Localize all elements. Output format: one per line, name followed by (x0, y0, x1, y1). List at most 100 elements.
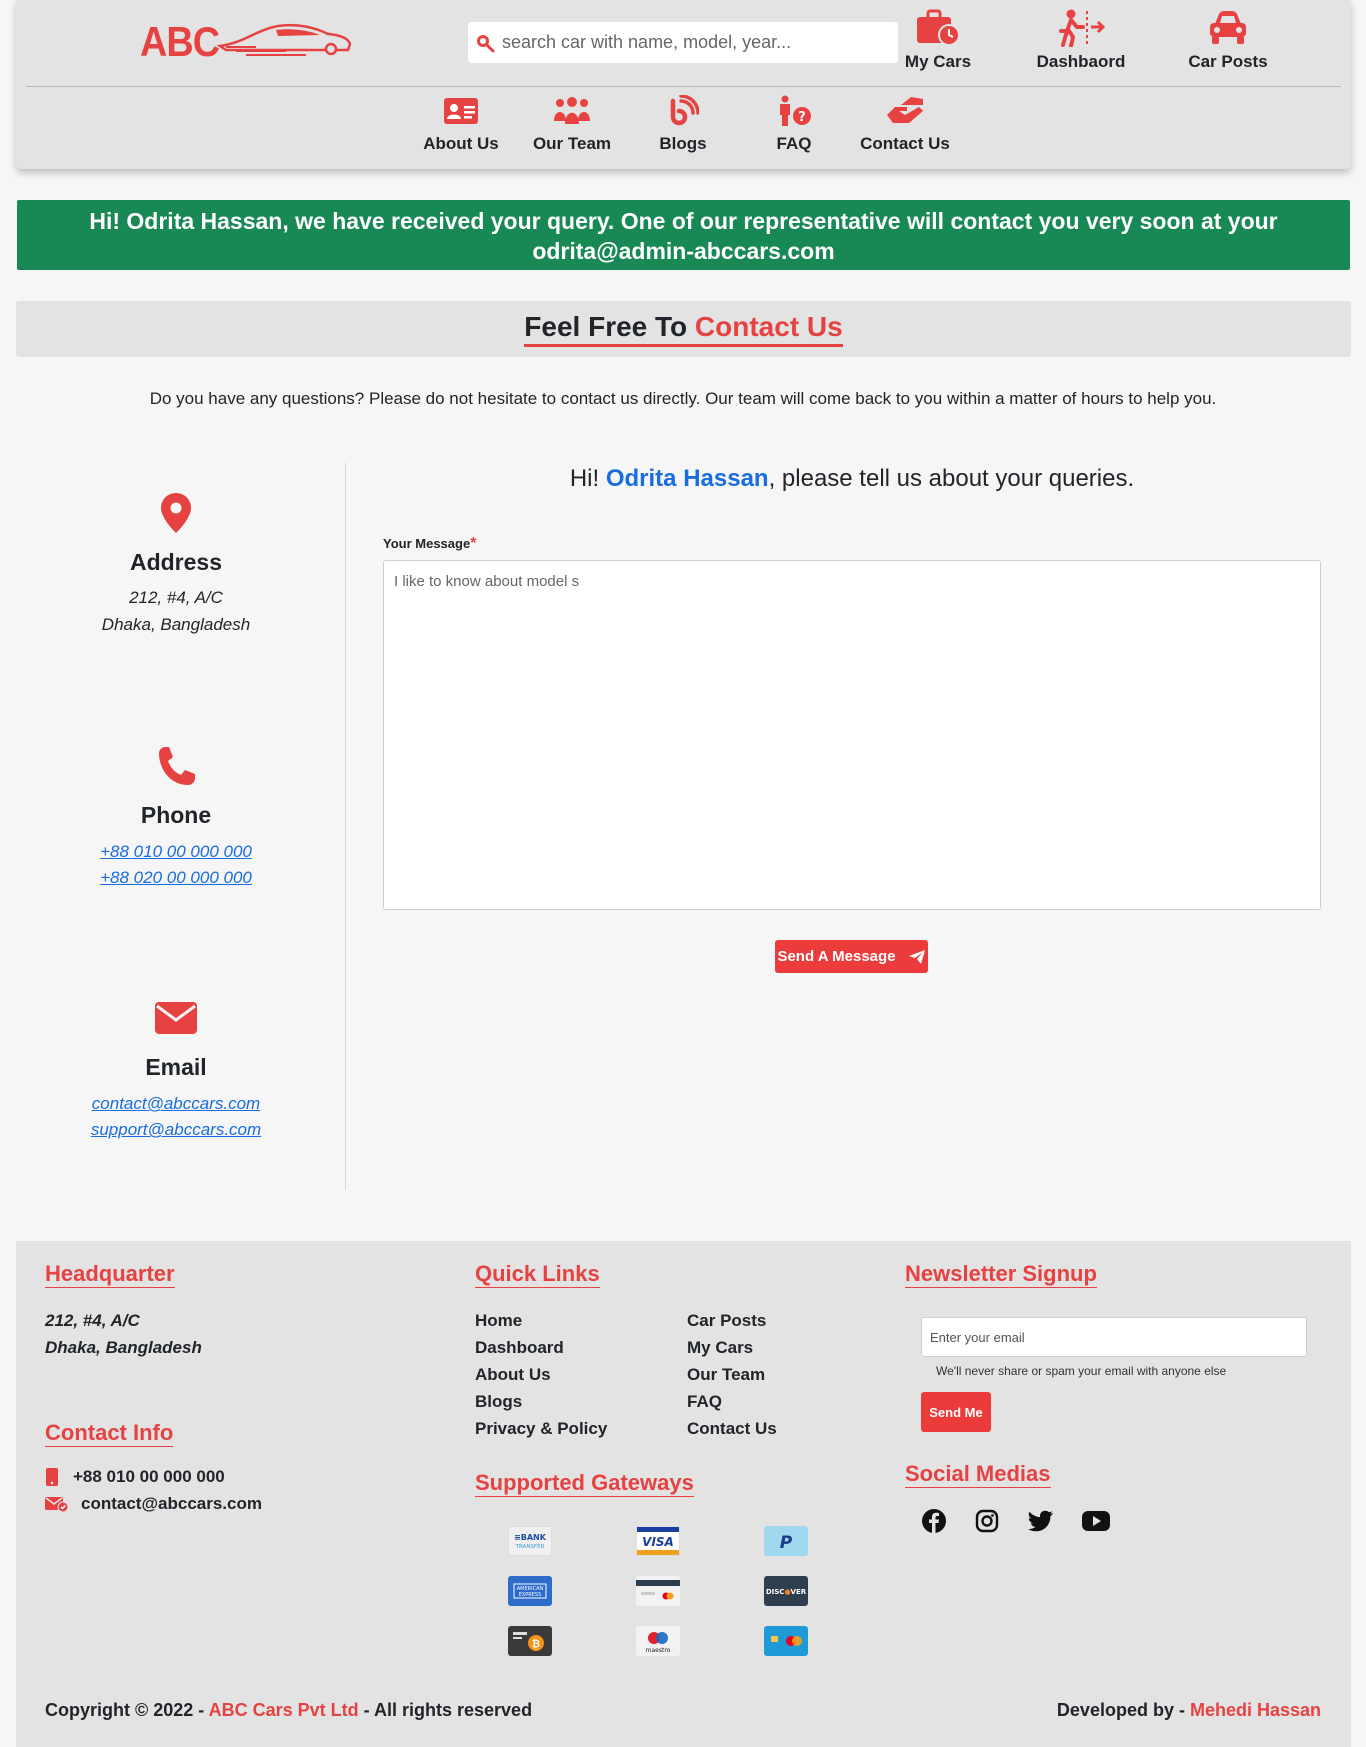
nav-contact-us-label: Contact Us (860, 134, 950, 153)
footer-contact-phone[interactable]: +88 010 00 000 000 (45, 1467, 225, 1487)
nav-about-us[interactable]: About Us (411, 94, 511, 160)
newsletter-submit-button[interactable]: Send Me (921, 1392, 991, 1432)
person-exit-icon (1026, 8, 1136, 48)
email-links: contact@abccars.com support@abccars.com (16, 1091, 336, 1143)
nav-dashboard[interactable]: Dashbaord (1026, 8, 1136, 74)
developer-prefix: Developed by - (1056, 1700, 1190, 1720)
blog-icon (633, 94, 733, 128)
svg-text:?: ? (798, 110, 806, 125)
send-message-button[interactable]: Send A Message (775, 940, 928, 973)
brand-logo[interactable]: ABC (140, 14, 355, 65)
handshake-icon (855, 94, 955, 128)
phone-title: Phone (140, 802, 212, 828)
message-label-text: Your Message (383, 536, 471, 551)
bitcoin-gateway-icon: ₿ (508, 1626, 552, 1656)
developer-link[interactable]: Mehedi Hassan (1190, 1700, 1321, 1720)
email-link-2[interactable]: support@abccars.com (16, 1117, 336, 1143)
footer-email-text: contact@abccars.com (81, 1494, 262, 1513)
phone-link-1[interactable]: +88 010 00 000 000 (16, 839, 336, 865)
quick-link-about-us[interactable]: About Us (475, 1361, 687, 1388)
nav-about-us-label: About Us (423, 134, 499, 153)
nav-dashboard-label: Dashbaord (1036, 52, 1126, 71)
intro-text: Do you have any questions? Please do not… (149, 389, 1217, 408)
quick-link-car-posts[interactable]: Car Posts (687, 1307, 797, 1334)
phone-link-2[interactable]: +88 020 00 000 000 (16, 865, 336, 891)
nav-faq-label: FAQ (776, 134, 812, 153)
footer-address-line-1: 212, #4, A/C (45, 1311, 140, 1330)
send-message-label: Send A Message (777, 948, 896, 965)
quick-link-our-team[interactable]: Our Team (687, 1361, 797, 1388)
site-footer: Headquarter 212, #4, A/C Dhaka, Banglades… (16, 1241, 1351, 1747)
email-title: Email (145, 1054, 207, 1080)
message-label: Your Message* (383, 535, 476, 553)
site-header: ABC My Cars Dashbaord Car Posts (16, 0, 1351, 169)
footer-hq-title: Headquarter (45, 1261, 175, 1288)
car-logo-icon (216, 23, 352, 56)
search-input[interactable] (502, 23, 898, 62)
quick-link-privacy[interactable]: Privacy & Policy (475, 1415, 687, 1442)
instagram-icon[interactable] (972, 1506, 1002, 1536)
footer-phone-text: +88 010 00 000 000 (73, 1467, 225, 1486)
greet-prefix: Hi! (569, 465, 606, 492)
quick-link-dashboard[interactable]: Dashboard (475, 1334, 687, 1361)
mastercard-gateway-icon (764, 1626, 808, 1656)
brand-name: ABC (140, 18, 220, 65)
nav-car-posts-label: Car Posts (1188, 52, 1268, 71)
quick-link-contact-us[interactable]: Contact Us (687, 1415, 797, 1442)
person-question-icon: ? (744, 94, 844, 128)
quick-link-home[interactable]: Home (475, 1307, 687, 1334)
company-link[interactable]: ABC Cars Pvt Ltd (209, 1700, 359, 1720)
footer-contact-title: Contact Info (45, 1420, 174, 1447)
facebook-icon[interactable] (919, 1506, 949, 1536)
svg-text:EXPRESS: EXPRESS (519, 1592, 542, 1598)
svg-text:TRANSFER: TRANSFER (515, 1544, 545, 1550)
address-line-2: Dhaka, Bangladesh (101, 615, 251, 634)
nav-car-posts[interactable]: Car Posts (1173, 8, 1283, 74)
amex-gateway-icon: AMERICAN EXPRESS (508, 1576, 552, 1606)
search-icon[interactable] (468, 22, 502, 63)
twitter-icon[interactable] (1026, 1506, 1056, 1536)
address-line-1: 212, #4, A/C (129, 588, 223, 607)
form-greeting: Hi! Odrita Hassan, please tell us about … (383, 465, 1321, 493)
footer-address: 212, #4, A/C Dhaka, Bangladesh (45, 1307, 202, 1361)
svg-text:maestro: maestro (646, 1647, 671, 1654)
footer-address-line-2: Dhaka, Bangladesh (45, 1338, 202, 1357)
address-text: 212, #4, A/C Dhaka, Bangladesh (16, 584, 336, 638)
quick-link-blogs[interactable]: Blogs (475, 1388, 687, 1415)
footer-social-title: Social Medias (905, 1461, 1051, 1488)
svg-text:DISC●VER: DISC●VER (766, 1588, 807, 1596)
paypal-gateway-icon: P (764, 1526, 808, 1556)
page-title: Feel Free To Contact Us (524, 311, 843, 347)
contact-info-column: Address 212, #4, A/C Dhaka, Bangladesh Ph… (16, 463, 346, 1190)
copyright-suffix: - All rights reserved (358, 1700, 533, 1720)
message-textarea[interactable]: I like to know about model s (383, 560, 1321, 910)
email-block: Email contact@abccars.com support@abccar… (16, 996, 336, 1143)
quick-link-my-cars[interactable]: My Cars (687, 1334, 797, 1361)
nav-blogs[interactable]: Blogs (633, 94, 733, 160)
youtube-icon[interactable] (1081, 1506, 1111, 1536)
nav-my-cars[interactable]: My Cars (883, 8, 993, 74)
phone-icon (16, 744, 336, 788)
nav-contact-us[interactable]: Contact Us (855, 94, 955, 160)
email-link-1[interactable]: contact@abccars.com (16, 1091, 336, 1117)
search-bar (468, 22, 898, 63)
newsletter-note: We'll never share or spam your email wit… (936, 1364, 1227, 1378)
id-card-icon (411, 94, 511, 128)
footer-contact-email[interactable]: contact@abccars.com (45, 1494, 262, 1514)
page-title-band: Feel Free To Contact Us (16, 301, 1351, 357)
envelope-icon (16, 996, 336, 1040)
paper-plane-icon (908, 949, 925, 964)
footer-newsletter-title: Newsletter Signup (905, 1261, 1097, 1288)
address-block: Address 212, #4, A/C Dhaka, Bangladesh (16, 491, 336, 638)
newsletter-email-input[interactable] (921, 1317, 1307, 1357)
visa-gateway-icon: VISA (636, 1526, 680, 1556)
mobile-phone-icon (46, 1468, 58, 1486)
developer-credit: Developed by - Mehedi Hassan (1057, 1700, 1321, 1721)
svg-text:₿: ₿ (532, 1638, 540, 1650)
quick-link-faq[interactable]: FAQ (687, 1388, 797, 1415)
address-title: Address (129, 549, 223, 575)
briefcase-clock-icon (883, 8, 993, 48)
nav-our-team[interactable]: Our Team (522, 94, 622, 160)
nav-my-cars-label: My Cars (904, 52, 972, 71)
nav-faq[interactable]: ? FAQ (744, 94, 844, 160)
